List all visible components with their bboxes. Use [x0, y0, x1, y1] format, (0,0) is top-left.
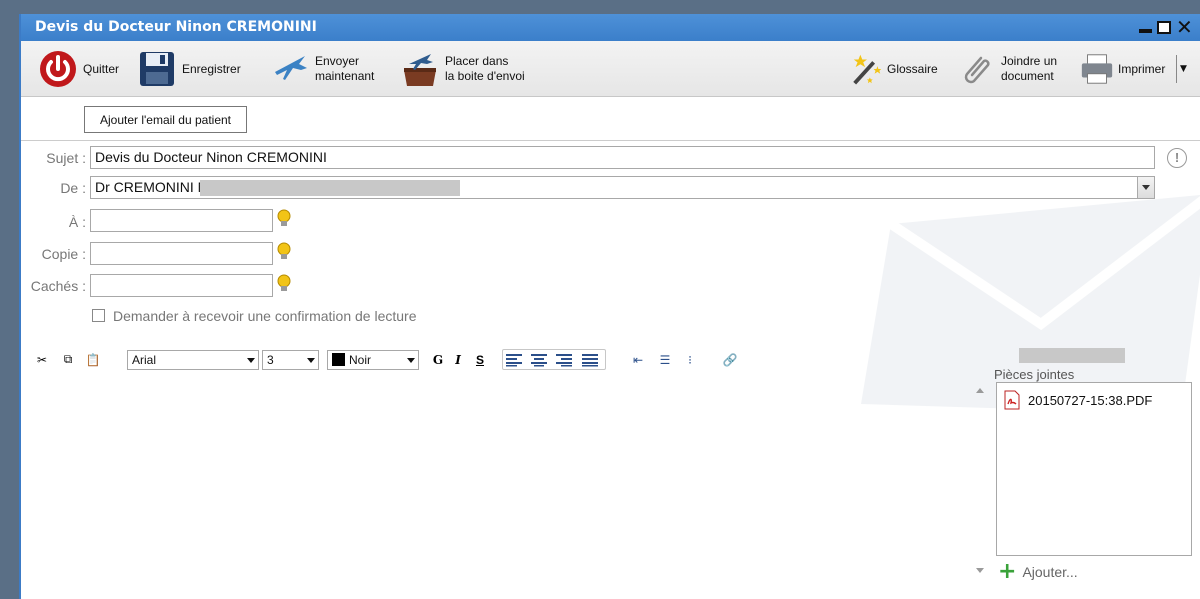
close-button[interactable]: ✕: [1176, 15, 1193, 39]
attach-document-button[interactable]: Joindre un document: [957, 41, 1057, 97]
align-justify-icon: [582, 353, 598, 366]
bcc-label: Cachés :: [30, 278, 86, 294]
scroll-up-icon[interactable]: [976, 388, 984, 393]
font-size-value: 3: [267, 353, 274, 367]
add-attachment-label: Ajouter...: [1022, 564, 1078, 580]
glossary-label: Glossaire: [887, 61, 938, 76]
bcc-input[interactable]: [90, 274, 273, 297]
power-icon: [40, 51, 76, 87]
attachments-label: Pièces jointes: [994, 367, 1075, 382]
title-bar: Devis du Docteur Ninon CREMONINI ✕: [21, 14, 1200, 41]
scrollbar[interactable]: [973, 382, 988, 582]
toolbar: Quitter Enregistrer Envoyer maintenant P…: [21, 41, 1200, 97]
floppy-disk-icon: [140, 52, 174, 86]
add-patient-email-button[interactable]: Ajouter l'email du patient: [84, 106, 247, 133]
cc-label: Copie :: [41, 246, 86, 262]
numbered-list-icon[interactable]: ☰: [654, 349, 676, 370]
paperclip-icon: [964, 56, 990, 84]
scroll-down-icon[interactable]: [976, 568, 984, 573]
header-strip: Ajouter l'email du patient: [21, 98, 1200, 141]
font-family-value: Arial: [132, 353, 157, 367]
from-dropdown-arrow-icon[interactable]: [1137, 177, 1154, 198]
magic-wand-icon: [853, 54, 882, 85]
attachment-filename: 20150727-15:38.PDF: [1028, 392, 1153, 408]
attach-document-label: Joindre un document: [1001, 54, 1058, 83]
attachments-list: 20150727-15:38.PDF: [996, 382, 1192, 556]
underline-button[interactable]: S: [471, 349, 489, 370]
send-now-button[interactable]: Envoyer maintenant: [271, 41, 374, 97]
bold-button[interactable]: G: [429, 349, 447, 370]
window-title: Devis du Docteur Ninon CREMONINI: [35, 19, 317, 35]
quit-label: Quitter: [83, 61, 120, 76]
italic-button[interactable]: I: [449, 349, 467, 370]
outbox-label: Placer dans la boite d'envoi: [445, 54, 525, 83]
subject-label: Sujet :: [46, 150, 86, 166]
cut-icon[interactable]: ✂: [33, 349, 51, 370]
font-color-value: Noir: [349, 353, 372, 367]
outbox-icon: [404, 54, 436, 86]
save-label: Enregistrer: [182, 61, 241, 76]
to-input[interactable]: [90, 209, 273, 232]
print-dropdown-arrow-icon[interactable]: ▼: [1180, 64, 1187, 74]
plus-icon: +: [998, 559, 1017, 584]
redacted-sender: [200, 180, 460, 196]
paste-icon[interactable]: 📋: [82, 349, 104, 370]
cc-input[interactable]: [90, 242, 273, 265]
quit-button[interactable]: Quitter: [39, 41, 119, 97]
read-receipt-label: Demander à recevoir une confirmation de …: [113, 308, 417, 324]
printer-icon: [1081, 54, 1113, 84]
redacted-label: [1019, 348, 1125, 363]
lightbulb-icon[interactable]: [277, 274, 291, 294]
lightbulb-icon[interactable]: [277, 242, 291, 262]
subject-input[interactable]: Devis du Docteur Ninon CREMONINI: [90, 146, 1155, 169]
print-separator: [1176, 55, 1177, 83]
email-editor-window: Devis du Docteur Ninon CREMONINI ✕ Quitt…: [19, 14, 1200, 599]
font-color-select[interactable]: Noir: [327, 350, 419, 370]
attachment-item[interactable]: 20150727-15:38.PDF: [1003, 390, 1152, 410]
add-attachment-button[interactable]: + Ajouter...: [998, 559, 1078, 584]
from-label: De :: [60, 180, 86, 196]
glossary-button[interactable]: Glossaire: [849, 41, 938, 97]
alignment-group: [502, 349, 606, 370]
print-label: Imprimer: [1118, 61, 1166, 76]
airplane-icon: [275, 56, 307, 80]
align-right-icon: [556, 353, 572, 366]
format-toolbar: ✂ ⧉ 📋 Arial 3 Noir G I S ⇤ ☰ ⁝ 🔗: [21, 347, 781, 373]
align-icons: [506, 353, 598, 366]
align-left-icon: [506, 353, 522, 366]
minimize-button[interactable]: [1138, 20, 1154, 35]
save-button[interactable]: Enregistrer: [138, 41, 241, 97]
outdent-icon[interactable]: ⇤: [627, 349, 649, 370]
link-icon[interactable]: 🔗: [719, 349, 741, 370]
pdf-icon: [1004, 390, 1020, 410]
warning-icon: !: [1167, 148, 1187, 168]
bulleted-list-icon[interactable]: ⁝: [679, 349, 701, 370]
read-receipt-checkbox[interactable]: [92, 309, 105, 322]
align-center-icon: [531, 353, 547, 366]
to-label: À :: [68, 214, 86, 230]
font-size-select[interactable]: 3: [262, 350, 319, 370]
send-now-label: Envoyer maintenant: [315, 54, 375, 83]
print-button[interactable]: Imprimer: [1079, 41, 1165, 97]
outbox-button[interactable]: Placer dans la boite d'envoi: [401, 41, 525, 97]
copy-icon[interactable]: ⧉: [58, 349, 78, 370]
lightbulb-icon[interactable]: [277, 209, 291, 229]
font-family-select[interactable]: Arial: [127, 350, 259, 370]
maximize-button[interactable]: [1156, 20, 1172, 35]
color-swatch: [332, 353, 345, 366]
